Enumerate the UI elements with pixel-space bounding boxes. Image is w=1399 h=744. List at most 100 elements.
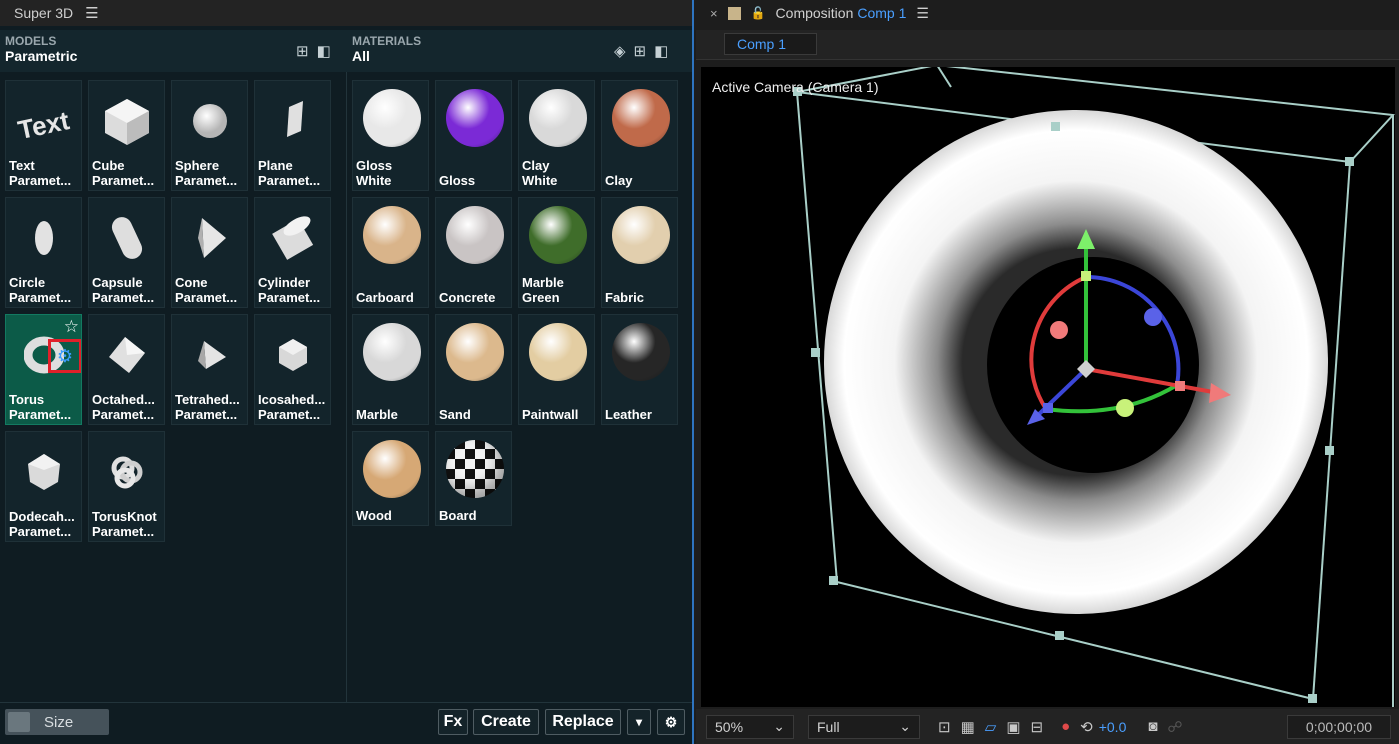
- circle-icon: [6, 202, 81, 274]
- svg-text:Text: Text: [15, 105, 72, 145]
- material-swatch-icon: [529, 206, 587, 264]
- model-tile-sphere[interactable]: Sphere Paramet...: [171, 80, 248, 191]
- model-tile-tetrahedron[interactable]: Tetrahed... Paramet...: [171, 314, 248, 425]
- model-tile-cone[interactable]: Cone Paramet...: [171, 197, 248, 308]
- materials-grid: Gloss White Gloss Clay White Clay Carboard Conc…: [352, 80, 678, 526]
- exposure-reset-icon[interactable]: ⟲: [1080, 718, 1093, 736]
- material-tile[interactable]: Clay White: [518, 80, 595, 191]
- material-tile[interactable]: Gloss: [435, 80, 512, 191]
- material-tile[interactable]: Marble Green: [518, 197, 595, 308]
- material-tile[interactable]: Leather: [601, 314, 678, 425]
- materials-header[interactable]: MATERIALS All: [352, 34, 421, 72]
- material-tile[interactable]: Fabric: [601, 197, 678, 308]
- model-tile-plane[interactable]: Plane Paramet...: [254, 80, 331, 191]
- model-name: Tetrahed...: [175, 392, 240, 407]
- size-slider-handle[interactable]: [8, 712, 30, 732]
- material-tile[interactable]: Marble: [352, 314, 429, 425]
- panel-title: Super 3D: [14, 5, 74, 21]
- color-channels-icon[interactable]: ●: [1061, 718, 1070, 735]
- material-tile[interactable]: Gloss White: [352, 80, 429, 191]
- settings-gear-icon[interactable]: ⚙: [48, 339, 81, 373]
- zoom-select[interactable]: 50% ⌄: [706, 714, 794, 739]
- model-tile-circle[interactable]: Circle Paramet...: [5, 197, 82, 308]
- transparency-grid-icon[interactable]: ▦: [961, 718, 975, 736]
- section-header-band: [0, 30, 692, 72]
- model-tile-torusknot[interactable]: TorusKnot Paramet...: [88, 431, 165, 542]
- material-swatch-icon: [363, 206, 421, 264]
- fast-preview-icon[interactable]: ⊡: [938, 718, 951, 736]
- camera-snapshot-icon[interactable]: ◙: [1148, 718, 1157, 735]
- material-tile[interactable]: Board: [435, 431, 512, 526]
- model-type: Paramet...: [92, 290, 155, 305]
- model-name: Cylinder: [258, 275, 311, 290]
- models-grid: Text Text Paramet... Cube Paramet... Spher…: [5, 80, 331, 542]
- model-name: Text: [9, 158, 35, 173]
- material-name: Marble: [356, 407, 398, 422]
- composition-name[interactable]: Comp 1: [857, 5, 906, 21]
- material-tile[interactable]: Clay: [601, 80, 678, 191]
- model-type: Paramet...: [258, 290, 321, 305]
- tab-comp1[interactable]: Comp 1: [724, 33, 817, 55]
- collapse-panel-icon[interactable]: ◧: [317, 42, 331, 60]
- close-icon[interactable]: ×: [710, 6, 718, 21]
- panel-menu-icon[interactable]: ☰: [916, 5, 929, 22]
- models-caption: MODELS: [5, 34, 57, 48]
- model-type: Paramet...: [175, 407, 238, 422]
- material-name: Marble: [522, 275, 564, 290]
- size-slider[interactable]: Size: [5, 709, 109, 735]
- model-tile-icosahedron[interactable]: Icosahed... Paramet...: [254, 314, 331, 425]
- model-type: Paramet...: [9, 290, 72, 305]
- timecode[interactable]: 0;00;00;00: [1287, 714, 1391, 739]
- material-name: Concrete: [439, 290, 496, 305]
- model-tile-torus[interactable]: ☆ ⚙ Torus Paramet...: [5, 314, 82, 425]
- create-button[interactable]: Create: [473, 709, 539, 735]
- guides-icon[interactable]: ⊟: [1031, 718, 1044, 736]
- model-tile-cube[interactable]: Cube Paramet...: [88, 80, 165, 191]
- mask-path-icon[interactable]: ▱: [985, 718, 997, 736]
- lock-icon[interactable]: 🔓: [751, 6, 766, 20]
- exposure-value[interactable]: +0.0: [1099, 719, 1127, 735]
- model-tile-cylinder[interactable]: Cylinder Paramet...: [254, 197, 331, 308]
- cube-icon: [89, 85, 164, 157]
- material-tile[interactable]: Carboard: [352, 197, 429, 308]
- collapse-panel-icon[interactable]: ◧: [654, 42, 668, 60]
- grid-view-icon[interactable]: ⊞: [296, 42, 309, 60]
- material-swatch-icon: [612, 89, 670, 147]
- model-tile-text[interactable]: Text Text Paramet...: [5, 80, 82, 191]
- torusknot-icon: [89, 436, 164, 508]
- material-tile[interactable]: Sand: [435, 314, 512, 425]
- resolution-select[interactable]: Full ⌄: [808, 714, 920, 739]
- model-type: Paramet...: [9, 173, 72, 188]
- models-header[interactable]: MODELS Parametric: [5, 34, 77, 72]
- fx-button[interactable]: Fx: [438, 709, 468, 735]
- material-name: Leather: [605, 407, 652, 422]
- replace-button[interactable]: Replace: [545, 709, 621, 735]
- tetrahedron-icon: [172, 319, 247, 391]
- material-tile[interactable]: Wood: [352, 431, 429, 526]
- scene-canvas: [793, 67, 1395, 707]
- panel-menu-icon[interactable]: ☰: [85, 4, 98, 22]
- settings-button[interactable]: ⚙: [657, 709, 685, 735]
- material-tile[interactable]: Paintwall: [518, 314, 595, 425]
- model-type: Paramet...: [175, 290, 238, 305]
- material-name: Carboard: [356, 290, 414, 305]
- layers-icon[interactable]: ◈: [614, 42, 626, 60]
- model-type: Paramet...: [92, 524, 155, 539]
- material-swatch-icon: [446, 440, 504, 498]
- material-tile[interactable]: Concrete: [435, 197, 512, 308]
- grid-view-icon[interactable]: ⊞: [634, 42, 647, 60]
- model-tile-capsule[interactable]: Capsule Paramet...: [88, 197, 165, 308]
- material-variant: White: [522, 173, 558, 188]
- material-name: Wood: [356, 508, 392, 523]
- material-swatch-icon: [446, 206, 504, 264]
- replace-dropdown-button[interactable]: ▾: [627, 709, 651, 735]
- model-name: Icosahed...: [258, 392, 326, 407]
- favorite-star-icon[interactable]: ☆: [64, 317, 79, 337]
- show-snapshot-icon[interactable]: ☍: [1167, 718, 1182, 736]
- models-category: Parametric: [5, 48, 78, 64]
- color-label-icon: [727, 6, 741, 20]
- model-tile-octahedron[interactable]: Octahed... Paramet...: [88, 314, 165, 425]
- region-of-interest-icon[interactable]: ▣: [1006, 718, 1020, 736]
- model-tile-dodecahedron[interactable]: Dodecah... Paramet...: [5, 431, 82, 542]
- composition-viewer[interactable]: Active Camera (Camera 1): [701, 67, 1395, 707]
